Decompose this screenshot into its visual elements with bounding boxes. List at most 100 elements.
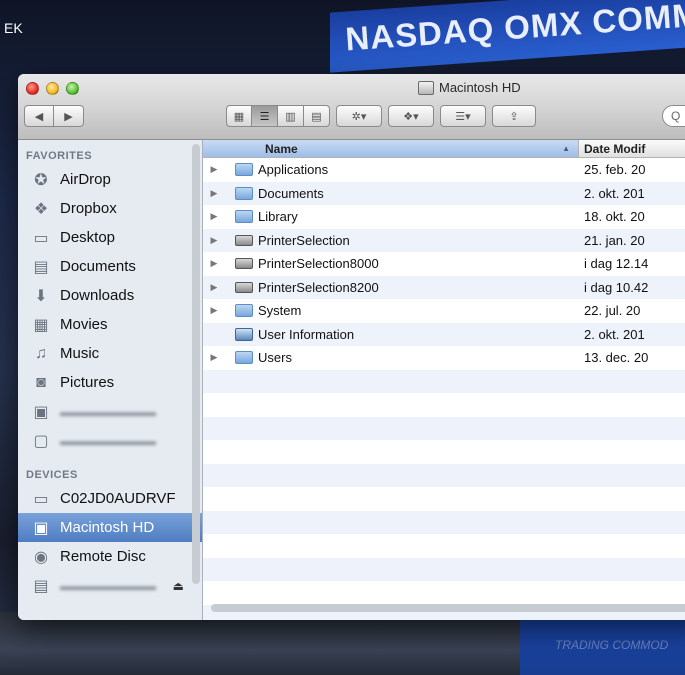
arrange-icon: ☰▾ (455, 110, 471, 123)
desktop-corner-text: EK (4, 20, 23, 36)
table-row[interactable]: ▶ Documents 2. okt. 201 (203, 181, 685, 205)
sidebar-item-label: AirDrop (60, 171, 111, 188)
coverflow-view-button[interactable]: ▤ (304, 105, 330, 127)
table-row[interactable]: ▶ Library 18. okt. 20 (203, 205, 685, 229)
favorites-list: ✪ AirDrop ❖ Dropbox ▭ Desktop ▤ Documents ⬇ Downl… (18, 165, 202, 455)
icon-view-button[interactable]: ▦ (226, 105, 252, 127)
sidebar-item[interactable]: ◙ Pictures (18, 368, 202, 397)
list-icon: ☰ (259, 110, 270, 123)
file-name: PrinterSelection (258, 232, 350, 248)
dropbox-icon: ❖▾ (403, 110, 419, 123)
titlebar: Macintosh HD ◀ ▶ ▦ ☰ ▥ ▤ ✲▾ ❖▾ ☰▾ ⇪ Q (18, 74, 685, 140)
disc-icon: ◉ (34, 548, 48, 566)
arrange-menu-button[interactable]: ☰▾ (440, 105, 486, 127)
action-menu-button[interactable]: ✲▾ (336, 105, 382, 127)
disclosure-triangle-icon[interactable]: ▶ (203, 235, 225, 246)
table-row[interactable]: ▶ Applications 25. feb. 20 (203, 158, 685, 182)
disclosure-triangle-icon[interactable]: ▶ (203, 352, 225, 363)
airdrop-icon: ✪ (34, 171, 48, 189)
table-row[interactable]: ▶ Users 13. dec. 20 (203, 346, 685, 370)
back-button[interactable]: ◀ (24, 105, 54, 127)
column-header: Name ▲ Date Modif (203, 140, 685, 158)
column-view-button[interactable]: ▥ (278, 105, 304, 127)
search-field[interactable]: Q (662, 105, 685, 127)
file-date: i dag 12.14 (584, 256, 649, 272)
disclosure-triangle-icon[interactable]: ▶ (203, 164, 225, 175)
sidebar-item[interactable]: ♫ Music (18, 339, 202, 368)
forward-button[interactable]: ▶ (54, 105, 84, 127)
list-view-button[interactable]: ☰ (252, 105, 278, 127)
disclosure-triangle-icon[interactable]: ▶ (203, 258, 225, 269)
minimize-button[interactable] (46, 82, 59, 95)
sidebar-item[interactable]: ▤ Documents (18, 252, 202, 281)
desktop-strip (0, 612, 520, 675)
empty-row (203, 440, 685, 464)
forward-arrow-icon: ▶ (64, 110, 73, 123)
file-date: 22. jul. 20 (584, 303, 641, 319)
blurred-file-icon: ▢ (33, 432, 49, 450)
disclosure-triangle-icon[interactable]: ▶ (203, 211, 225, 222)
doc-icon (235, 327, 253, 341)
file-name: PrinterSelection8000 (258, 256, 379, 272)
table-row[interactable]: User Information 2. okt. 201 (203, 322, 685, 346)
table-row[interactable]: ▶ System 22. jul. 20 (203, 299, 685, 323)
grid-icon: ▦ (233, 110, 245, 123)
file-date: 2. okt. 201 (584, 185, 645, 201)
sidebar-item[interactable]: ▭ C02JD0AUDRVF (18, 484, 202, 513)
sidebar-item[interactable]: ◉ Remote Disc (18, 542, 202, 571)
sidebar-item[interactable]: ▣ Macintosh HD (18, 513, 202, 542)
sidebar-item[interactable]: ▤ ▬▬▬▬▬▬▬▬ ⏏ (18, 571, 202, 600)
date-column-header[interactable]: Date Modif (579, 140, 645, 157)
empty-row (203, 581, 685, 605)
folder-icon (235, 351, 253, 365)
sidebar: FAVORITES ✪ AirDrop ❖ Dropbox ▭ Desktop ▤ Docum… (18, 140, 203, 620)
file-list: Name ▲ Date Modif ▶ Applications 25. feb. … (203, 140, 685, 620)
folder-icon (235, 186, 253, 200)
desktop-icon: ▭ (33, 229, 49, 247)
dropbox-menu-button[interactable]: ❖▾ (388, 105, 434, 127)
dropbox-icon: ❖ (33, 200, 49, 218)
blurred-label: ▬▬▬▬▬▬▬▬ (60, 578, 156, 593)
printer-icon (235, 234, 253, 246)
sidebar-item[interactable]: ▭ Desktop (18, 223, 202, 252)
nav-buttons: ◀ ▶ (24, 105, 84, 127)
file-date: 21. jan. 20 (584, 232, 645, 248)
blurred-folder-icon: ▣ (33, 403, 49, 421)
sidebar-item-label: C02JD0AUDRVF (60, 490, 176, 507)
sidebar-item[interactable]: ▦ Movies (18, 310, 202, 339)
share-button[interactable]: ⇪ (492, 105, 536, 127)
sidebar-item[interactable]: ⬇ Downloads (18, 281, 202, 310)
gear-icon: ✲▾ (351, 110, 367, 123)
zoom-button[interactable] (66, 82, 79, 95)
empty-row (203, 463, 685, 487)
name-column-header[interactable]: Name ▲ (203, 140, 579, 157)
blurred-label: ▬▬▬▬▬▬▬▬ (60, 404, 156, 419)
downloads-icon: ⬇ (34, 287, 48, 305)
file-date: 18. okt. 20 (584, 209, 645, 225)
table-row[interactable]: ▶ PrinterSelection8200 i dag 10.42 (203, 275, 685, 299)
sidebar-item[interactable]: ▣ ▬▬▬▬▬▬▬▬ (18, 397, 202, 426)
table-row[interactable]: ▶ PrinterSelection 21. jan. 20 (203, 228, 685, 252)
music-icon: ♫ (35, 344, 47, 362)
close-button[interactable] (26, 82, 39, 95)
sidebar-item[interactable]: ▢ ▬▬▬▬▬▬▬▬ (18, 426, 202, 455)
sidebar-scrollbar[interactable] (192, 144, 200, 584)
columns-icon: ▥ (285, 110, 296, 123)
window-body: FAVORITES ✪ AirDrop ❖ Dropbox ▭ Desktop ▤ Docum… (18, 140, 685, 620)
eject-icon[interactable]: ⏏ (173, 579, 184, 593)
disclosure-triangle-icon[interactable]: ▶ (203, 282, 225, 293)
file-date: 25. feb. 20 (584, 162, 646, 178)
finder-window: Macintosh HD ◀ ▶ ▦ ☰ ▥ ▤ ✲▾ ❖▾ ☰▾ ⇪ Q FA… (18, 74, 685, 620)
sidebar-item[interactable]: ✪ AirDrop (18, 165, 202, 194)
disclosure-triangle-icon[interactable]: ▶ (203, 188, 225, 199)
empty-row (203, 534, 685, 558)
back-arrow-icon: ◀ (34, 110, 44, 123)
sidebar-item[interactable]: ❖ Dropbox (18, 194, 202, 223)
table-row[interactable]: ▶ PrinterSelection8000 i dag 12.14 (203, 252, 685, 276)
file-name: PrinterSelection8200 (258, 279, 379, 295)
blurred-label: ▬▬▬▬▬▬▬▬ (60, 433, 156, 448)
horizontal-scrollbar[interactable] (211, 604, 685, 612)
disclosure-triangle-icon[interactable]: ▶ (203, 305, 225, 316)
coverflow-icon: ▤ (311, 110, 322, 123)
file-rows: ▶ Applications 25. feb. 20 ▶ Documents 2. okt… (203, 158, 685, 620)
